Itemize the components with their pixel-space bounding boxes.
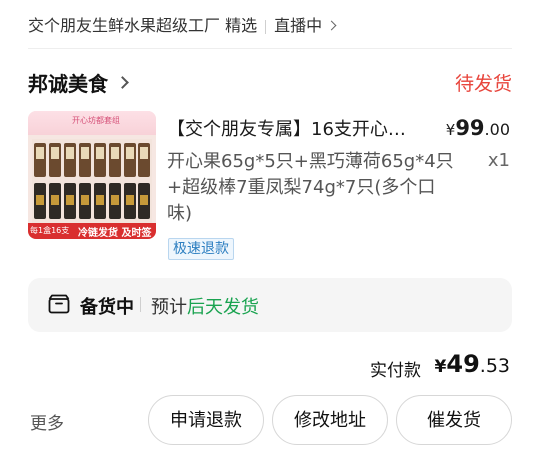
change-address-button[interactable]: 修改地址 (272, 395, 388, 445)
paid-amount: ¥49.53 (435, 350, 510, 378)
paid-integer: 49 (446, 350, 480, 378)
image-banner-text: 开心坊都套组 (72, 116, 120, 125)
shop-name: 邦诚美食 (28, 72, 108, 96)
divider (265, 19, 267, 34)
chevron-right-icon (116, 76, 129, 89)
product-packages-illustration (32, 139, 152, 223)
store-name: 交个朋友生鲜水果超级工厂 精选 (28, 16, 258, 35)
divider (140, 297, 141, 312)
shipping-estimate: 预计后天发货 (151, 293, 259, 319)
more-button[interactable]: 更多 (30, 409, 64, 434)
product-title[interactable]: 【交个朋友专属】16支开心… (167, 115, 439, 141)
chevron-right-icon (326, 20, 337, 31)
paid-label: 实付款 (370, 361, 421, 381)
image-tag-right: 冷链发货 及时签收 (78, 228, 152, 239)
order-status: 待发货 (454, 73, 512, 95)
image-tag-left: 每1盒16支 (30, 226, 70, 235)
product-quantity: x1 (487, 150, 510, 171)
paid-currency: ¥ (434, 357, 447, 377)
product-spec: 开心果65g*5只+黑巧薄荷65g*4只+超级棒7重凤梨74g*7只(多个口味) (167, 151, 454, 224)
price-decimal: .00 (484, 120, 510, 139)
shipping-estimate-prefix: 预计 (151, 297, 187, 318)
refund-badge: 极速退款 (168, 238, 234, 260)
live-store-link[interactable]: 交个朋友生鲜水果超级工厂 精选 直播中 (28, 12, 337, 36)
price-currency: ¥ (445, 121, 456, 139)
urge-shipment-button[interactable]: 催发货 (396, 395, 512, 445)
shop-link[interactable]: 邦诚美食 (28, 68, 129, 97)
paid-decimal: .53 (479, 355, 510, 377)
apply-refund-button[interactable]: 申请退款 (148, 395, 264, 445)
price-integer: 99 (455, 116, 485, 140)
product-image[interactable]: 开心坊都套组 每1盒16支 冷链发货 及时签收 (28, 111, 156, 239)
product-price: ¥99.00 (446, 116, 510, 140)
stock-label: 备货中 (80, 297, 134, 318)
live-label: 直播中 (274, 16, 323, 35)
shipping-estimate-highlight: 后天发货 (187, 297, 259, 318)
divider (28, 48, 512, 49)
box-icon (48, 294, 70, 314)
